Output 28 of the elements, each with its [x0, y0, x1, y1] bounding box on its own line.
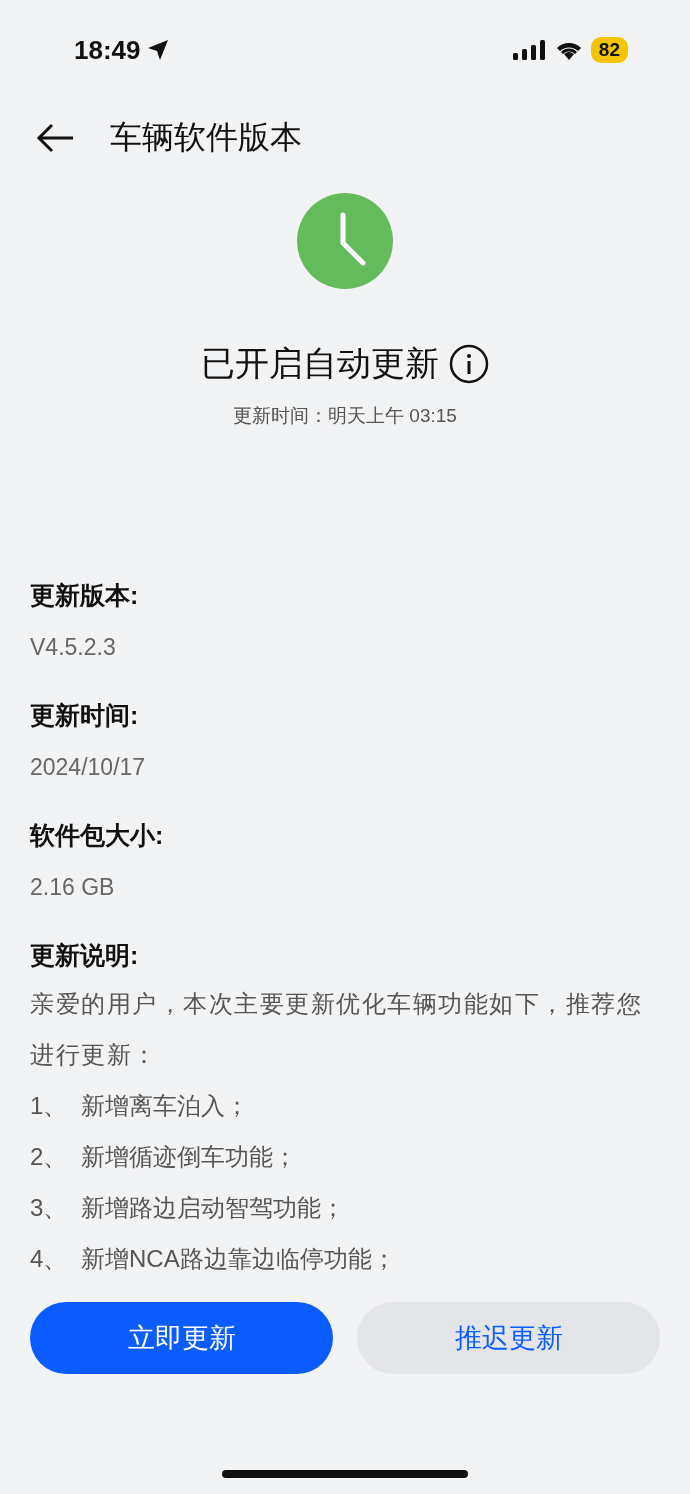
item-number: 1、 [30, 1091, 69, 1121]
signal-icon [512, 40, 547, 60]
status-title: 已开启自动更新 [201, 343, 439, 384]
detail-label: 更新时间: [30, 700, 140, 731]
detail-label: 更新版本: [30, 580, 140, 611]
battery-level: 82 [590, 37, 628, 63]
detail-label: 软件包大小: [30, 820, 165, 851]
item-number: 3、 [30, 1193, 69, 1223]
item-text: 新增循迹倒车功能； [81, 1142, 297, 1172]
detail-value: V4.5.2.3 [30, 634, 117, 661]
clock-icon [297, 193, 393, 289]
location-arrow-icon [146, 39, 169, 61]
item-text: 新增NCA路边靠边临停功能； [81, 1244, 396, 1274]
item-text: 新增离车泊入； [81, 1091, 249, 1121]
page-title: 车辆软件版本 [110, 118, 302, 157]
postpone-button[interactable]: 推迟更新 [357, 1302, 660, 1374]
status-time: 18:49 [74, 34, 141, 66]
update-now-button[interactable]: 立即更新 [30, 1302, 333, 1374]
detail-value: 2.16 GB [30, 874, 116, 901]
item-text: 新增路边启动智驾功能； [81, 1193, 345, 1223]
detail-value: 2024/10/17 [30, 754, 147, 781]
notes-label: 更新说明: [30, 940, 140, 971]
back-arrow-icon[interactable] [36, 123, 74, 153]
item-number: 2、 [30, 1142, 69, 1172]
item-number: 4、 [30, 1244, 69, 1274]
update-schedule: 更新时间：明天上午 03:15 [233, 404, 457, 428]
notes-intro: 亲爱的用户，本次主要更新优化车辆功能如下，推荐您进行更新： [30, 989, 643, 1070]
info-icon[interactable] [449, 344, 489, 384]
